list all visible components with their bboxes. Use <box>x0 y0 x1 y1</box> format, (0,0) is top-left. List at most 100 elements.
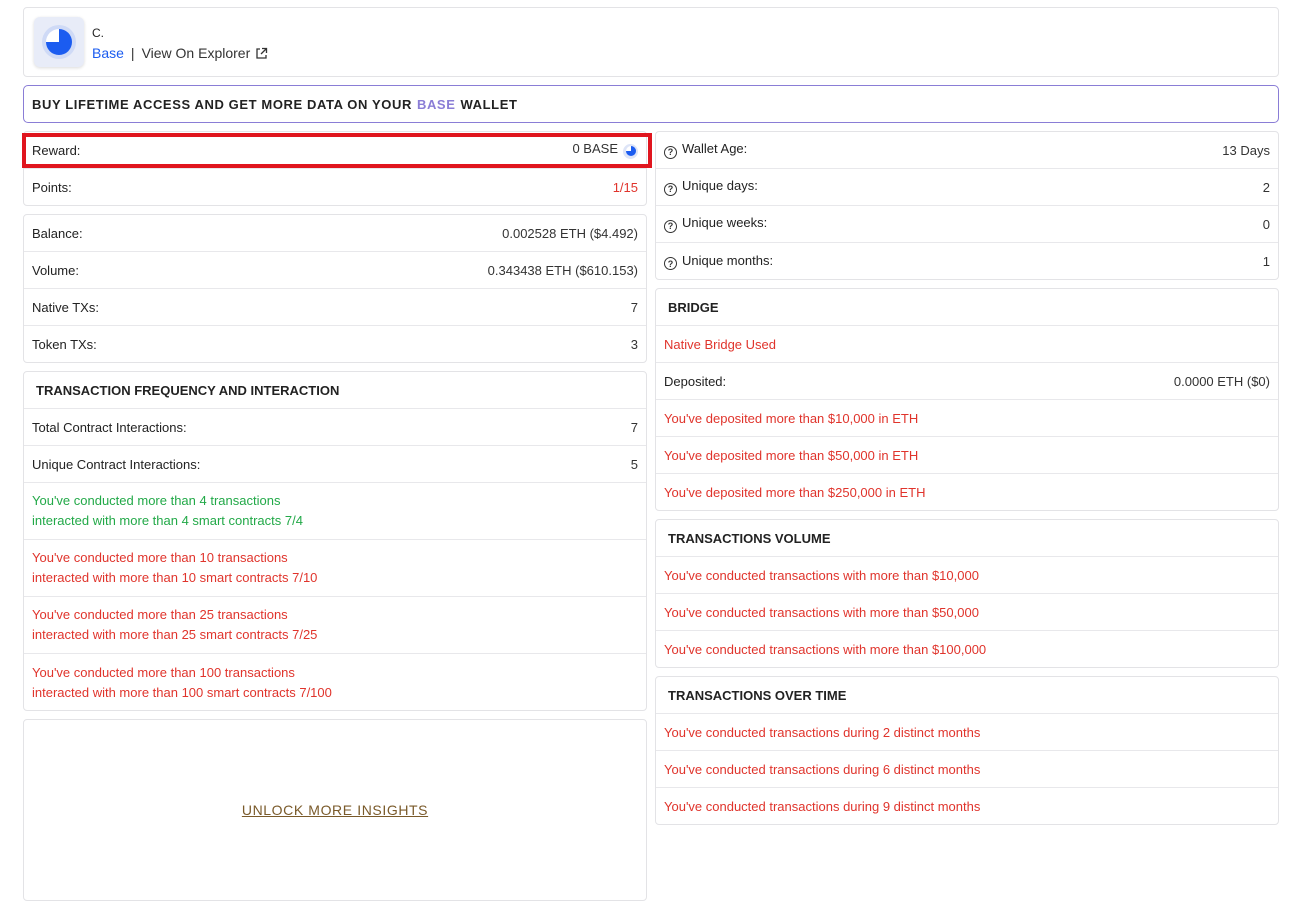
base-logo <box>34 17 84 67</box>
deposited-row: Deposited: 0.0000 ETH ($0) <box>656 363 1278 400</box>
lifetime-access-banner[interactable]: BUY LIFETIME ACCESS AND GET MORE DATA ON… <box>23 85 1279 123</box>
age-label-wrap: ? Unique days: <box>664 178 758 196</box>
frequency-milestone: You've conducted more than 4 transaction… <box>24 483 646 540</box>
stats-label: Volume: <box>32 262 79 278</box>
bridge-milestone-text: You've deposited more than $50,000 in ET… <box>664 447 919 463</box>
volume-milestone: You've conducted transactions with more … <box>656 631 1278 668</box>
reward-value-wrap: 0 BASE <box>572 141 638 159</box>
bridge-milestone: You've deposited more than $250,000 in E… <box>656 474 1278 511</box>
unlock-card: UNLOCK MORE INSIGHTS <box>23 719 647 901</box>
help-icon[interactable]: ? <box>664 219 677 233</box>
bridge-milestone: You've deposited more than $50,000 in ET… <box>656 437 1278 474</box>
age-value: 2 <box>1262 179 1270 195</box>
unique-interactions-value: 5 <box>630 456 638 472</box>
frequency-card: TRANSACTION FREQUENCY AND INTERACTION To… <box>23 371 647 711</box>
over-time-milestone-text: You've conducted transactions during 2 d… <box>664 724 981 740</box>
milestone-line-2: interacted with more than 25 smart contr… <box>32 627 318 642</box>
volume-milestone: You've conducted transactions with more … <box>656 594 1278 631</box>
total-interactions-row: Total Contract Interactions: 7 <box>24 409 646 446</box>
reward-label: Reward: <box>32 142 81 158</box>
over-time-milestone: You've conducted transactions during 6 d… <box>656 751 1278 788</box>
volume-title: TRANSACTIONS VOLUME <box>668 530 831 546</box>
help-icon[interactable]: ? <box>664 257 677 271</box>
age-row: ? Wallet Age: 13 Days <box>656 132 1278 169</box>
reward-value: 0 BASE <box>572 141 618 157</box>
external-link-icon <box>256 47 268 59</box>
frequency-title: TRANSACTION FREQUENCY AND INTERACTION <box>36 382 340 398</box>
unique-interactions-row: Unique Contract Interactions: 5 <box>24 446 646 483</box>
age-label: Wallet Age: <box>682 141 748 157</box>
stats-value: 3 <box>630 337 638 352</box>
reward-row: Reward: 0 BASE <box>24 132 646 169</box>
unique-interactions-label: Unique Contract Interactions: <box>32 456 201 472</box>
over-time-title-row: TRANSACTIONS OVER TIME <box>656 677 1278 714</box>
milestone-line-2: interacted with more than 4 smart contra… <box>32 513 303 528</box>
age-label-wrap: ? Unique weeks: <box>664 215 767 233</box>
unlock-more-insights-link[interactable]: UNLOCK MORE INSIGHTS <box>242 802 428 818</box>
stats-label: Token TXs: <box>32 337 97 352</box>
age-label: Unique weeks: <box>682 215 768 231</box>
volume-milestone: You've conducted transactions with more … <box>656 557 1278 594</box>
stats-row: Volume: 0.343438 ETH ($610.153) <box>24 252 646 289</box>
age-label: Unique months: <box>682 252 774 268</box>
age-value: 1 <box>1262 254 1270 269</box>
explorer-link-label: View On Explorer <box>141 45 251 61</box>
view-on-explorer-link[interactable]: View On Explorer <box>142 45 269 61</box>
bridge-milestone-text: You've deposited more than $10,000 in ET… <box>664 410 919 426</box>
total-interactions-label: Total Contract Interactions: <box>32 419 187 435</box>
banner-text-after: WALLET <box>460 96 518 112</box>
age-row: ? Unique months: 1 <box>656 243 1278 280</box>
over-time-milestone: You've conducted transactions during 9 d… <box>656 788 1278 825</box>
frequency-title-row: TRANSACTION FREQUENCY AND INTERACTION <box>24 372 646 409</box>
bridge-card: BRIDGE Native Bridge Used Deposited: 0.00… <box>655 288 1279 511</box>
over-time-milestone: You've conducted transactions during 2 d… <box>656 714 1278 751</box>
points-value: 1/15 <box>612 180 638 195</box>
over-time-milestone-text: You've conducted transactions during 6 d… <box>664 761 981 777</box>
volume-milestone-text: You've conducted transactions with more … <box>664 604 979 620</box>
milestone-line-1: You've conducted more than 100 transacti… <box>32 664 295 680</box>
network-link[interactable]: Base <box>92 45 124 61</box>
volume-milestone-text: You've conducted transactions with more … <box>664 567 979 583</box>
over-time-title: TRANSACTIONS OVER TIME <box>668 687 847 703</box>
milestone-line-1: You've conducted more than 4 transaction… <box>32 493 281 508</box>
stats-label: Balance: <box>32 225 83 241</box>
bridge-title-row: BRIDGE <box>656 289 1278 326</box>
total-interactions-value: 7 <box>630 419 638 435</box>
stats-label: Native TXs: <box>32 299 99 315</box>
bridge-title: BRIDGE <box>668 299 719 315</box>
deposited-label: Deposited: <box>664 373 727 389</box>
over-time-milestone-text: You've conducted transactions during 9 d… <box>664 799 981 814</box>
bridge-milestone-text: You've deposited more than $250,000 in E… <box>664 485 926 500</box>
milestone-line-2: interacted with more than 100 smart cont… <box>32 684 332 700</box>
milestone-line-1: You've conducted more than 10 transactio… <box>32 550 288 565</box>
help-icon[interactable]: ? <box>664 182 677 196</box>
stats-row: Native TXs: 7 <box>24 289 646 326</box>
age-value: 0 <box>1262 216 1270 232</box>
stats-value: 0.343438 ETH ($610.153) <box>487 262 638 278</box>
reward-card: Reward: 0 BASE Points: 1/15 <box>23 131 647 206</box>
wallet-age-card: ? Wallet Age: 13 Days ? Unique days: 2 ? Uniq… <box>655 131 1279 280</box>
bridge-milestone: You've deposited more than $10,000 in ET… <box>656 400 1278 437</box>
native-bridge-row: Native Bridge Used <box>656 326 1278 363</box>
age-value: 13 Days <box>1222 142 1270 158</box>
frequency-milestone: You've conducted more than 25 transactio… <box>24 597 646 654</box>
deposited-value: 0.0000 ETH ($0) <box>1173 373 1270 389</box>
age-label-wrap: ? Wallet Age: <box>664 141 747 159</box>
help-icon[interactable]: ? <box>664 145 677 159</box>
frequency-milestone: You've conducted more than 10 transactio… <box>24 540 646 597</box>
frequency-milestone: You've conducted more than 100 transacti… <box>24 654 646 711</box>
milestone-line-1: You've conducted more than 25 transactio… <box>32 607 288 622</box>
header-links: Base | View On Explorer <box>92 45 268 61</box>
age-row: ? Unique days: 2 <box>656 169 1278 206</box>
age-label: Unique days: <box>682 178 758 194</box>
age-label-wrap: ? Unique months: <box>664 253 773 271</box>
points-label: Points: <box>32 180 72 195</box>
stats-row: Balance: 0.002528 ETH ($4.492) <box>24 215 646 252</box>
banner-network-highlight: BASE <box>416 96 456 112</box>
transactions-over-time-card: TRANSACTIONS OVER TIME You've conducted … <box>655 676 1279 825</box>
banner-text-before: BUY LIFETIME ACCESS AND GET MORE DATA ON… <box>32 96 412 112</box>
native-bridge-used: Native Bridge Used <box>664 336 776 352</box>
stats-value: 0.002528 ETH ($4.492) <box>502 225 638 241</box>
volume-title-row: TRANSACTIONS VOLUME <box>656 520 1278 557</box>
base-coin-icon <box>623 143 638 159</box>
